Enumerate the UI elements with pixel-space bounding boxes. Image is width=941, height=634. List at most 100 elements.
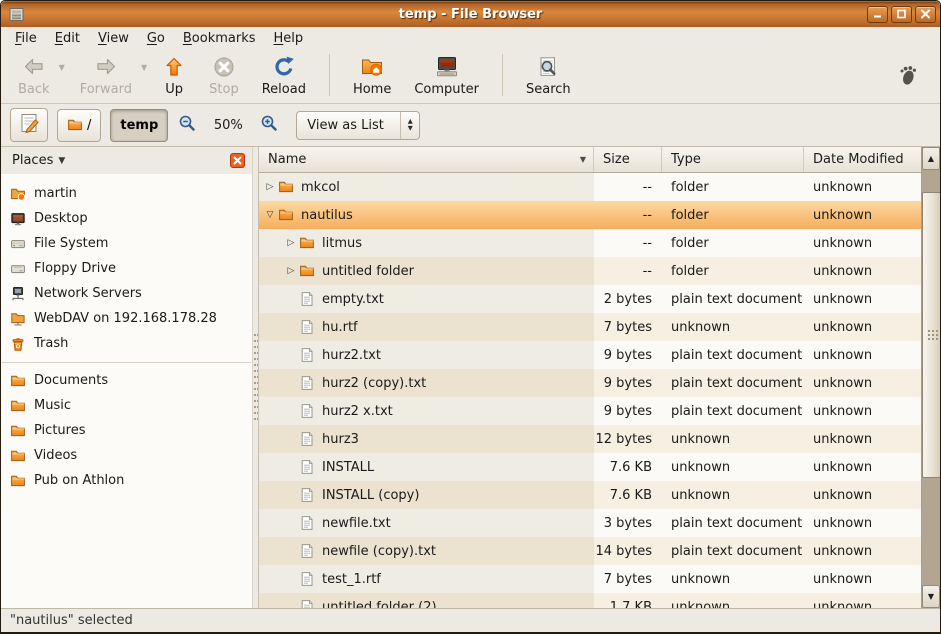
file-date: unknown (804, 397, 921, 425)
search-button[interactable]: Search (517, 52, 580, 99)
file-type: unknown (662, 481, 804, 509)
menu-go[interactable]: Go (138, 29, 174, 48)
forward-dropdown-arrow-icon[interactable]: ▼ (141, 63, 147, 72)
vertical-scrollbar[interactable]: ▲ ▼ (921, 147, 940, 608)
folder-icon (10, 398, 26, 414)
sidebar-item-file-system[interactable]: File System (1, 231, 252, 256)
sidebar-item-network-servers[interactable]: Network Servers (1, 281, 252, 306)
path-bar: / temp (57, 109, 168, 142)
scroll-down-button[interactable]: ▼ (922, 585, 940, 608)
menu-edit[interactable]: Edit (46, 29, 89, 48)
back-icon (22, 55, 46, 79)
sidebar-item-label: Trash (34, 336, 68, 351)
file-date: unknown (804, 369, 921, 397)
column-header-size[interactable]: Size (594, 147, 662, 172)
file-type: unknown (662, 313, 804, 341)
expander-collapsed-icon[interactable]: ▷ (284, 229, 298, 257)
toolbar-separator (502, 54, 503, 96)
sidebar-item-music[interactable]: Music (1, 393, 252, 418)
table-row-install[interactable]: INSTALL7.6 KBunknownunknown (259, 453, 921, 481)
window-controls (867, 6, 936, 23)
sidebar-item-webdav-on-192-168-178-28[interactable]: WebDAV on 192.168.178.28 (1, 306, 252, 331)
table-row-hurz3[interactable]: hurz312 bytesunknownunknown (259, 425, 921, 453)
scrollbar-thumb[interactable] (922, 192, 941, 478)
sidebar-item-pictures[interactable]: Pictures (1, 418, 252, 443)
table-row-hurz2-x-txt[interactable]: hurz2 x.txt9 bytesplain text documentunk… (259, 397, 921, 425)
sidebar-item-floppy-drive[interactable]: Floppy Drive (1, 256, 252, 281)
close-button[interactable] (915, 6, 936, 23)
file-name: hurz2 x.txt (322, 404, 393, 419)
table-row-install-copy[interactable]: INSTALL (copy)7.6 KBunknownunknown (259, 481, 921, 509)
close-sidebar-button[interactable] (230, 153, 245, 168)
expander-collapsed-icon[interactable]: ▷ (263, 173, 277, 201)
sidebar-item-trash[interactable]: Trash (1, 331, 252, 356)
maximize-button[interactable] (891, 6, 912, 23)
menu-bookmarks[interactable]: Bookmarks (174, 29, 265, 48)
table-row-hu-rtf[interactable]: hu.rtf7 bytesunknownunknown (259, 313, 921, 341)
menu-view[interactable]: View (89, 29, 138, 48)
close-icon (230, 153, 245, 168)
forward-button[interactable]: Forward (71, 52, 141, 99)
view-mode-select[interactable]: View as List ▲▼ (296, 111, 420, 140)
file-name: mkcol (301, 180, 340, 195)
column-header-name[interactable]: Name ▼ (259, 147, 594, 172)
stop-button[interactable]: Stop (200, 52, 248, 99)
table-row-hurz2-txt[interactable]: hurz2.txt9 bytesplain text documentunkno… (259, 341, 921, 369)
file-date: unknown (804, 201, 921, 229)
sidebar-item-pub-on-athlon[interactable]: Pub on Athlon (1, 468, 252, 493)
titlebar[interactable]: temp - File Browser (1, 1, 940, 27)
path-button-temp[interactable]: temp (110, 109, 168, 142)
reload-icon (272, 55, 296, 79)
file-type: unknown (662, 425, 804, 453)
document-icon (298, 487, 322, 503)
back-dropdown-arrow-icon[interactable]: ▼ (59, 63, 65, 72)
edit-location-button[interactable] (10, 108, 48, 142)
document-icon (298, 291, 322, 307)
places-selector[interactable]: Places (12, 153, 53, 168)
floppy-icon (10, 261, 26, 277)
table-row-untitled-folder[interactable]: ▷untitled folder--folderunknown (259, 257, 921, 285)
back-button[interactable]: Back (9, 52, 59, 99)
file-type: unknown (662, 453, 804, 481)
scroll-up-button[interactable]: ▲ (922, 147, 940, 170)
zoom-in-button[interactable] (259, 115, 279, 135)
document-icon (298, 347, 322, 363)
search-icon (536, 55, 560, 79)
expander-collapsed-icon[interactable]: ▷ (284, 257, 298, 285)
column-header-type[interactable]: Type (662, 147, 804, 172)
table-row-newfile-copy-txt[interactable]: newfile (copy).txt14 bytesplain text doc… (259, 537, 921, 565)
column-header-date-modified[interactable]: Date Modified (804, 147, 921, 172)
close-window-icon (920, 9, 931, 19)
table-row-hurz2-copy-txt[interactable]: hurz2 (copy).txt9 bytesplain text docume… (259, 369, 921, 397)
file-type: folder (662, 257, 804, 285)
file-type: plain text document (662, 397, 804, 425)
path-button-[interactable]: / (57, 109, 101, 142)
table-row-litmus[interactable]: ▷litmus--folderunknown (259, 229, 921, 257)
reload-button[interactable]: Reload (253, 52, 315, 99)
sidebar-item-martin[interactable]: martin (1, 181, 252, 206)
file-date: unknown (804, 537, 921, 565)
menu-help[interactable]: Help (265, 29, 313, 48)
maximize-icon (896, 9, 907, 19)
minimize-button[interactable] (867, 6, 888, 23)
expander-expanded-icon[interactable]: ▽ (263, 201, 277, 229)
table-row-mkcol[interactable]: ▷mkcol--folderunknown (259, 173, 921, 201)
file-name: INSTALL (322, 460, 374, 475)
table-row-nautilus[interactable]: ▽nautilus--folderunknown (259, 201, 921, 229)
computer-button[interactable]: Computer (405, 52, 488, 99)
sidebar-item-documents[interactable]: Documents (1, 368, 252, 393)
zoom-out-button[interactable] (177, 115, 197, 135)
file-name: nautilus (301, 208, 353, 223)
sidebar-item-desktop[interactable]: Desktop (1, 206, 252, 231)
file-size: 12 bytes (594, 425, 662, 453)
table-row-test-1-rtf[interactable]: test_1.rtf7 bytesunknownunknown (259, 565, 921, 593)
file-name: hurz3 (322, 432, 359, 447)
sort-indicator-icon: ▼ (580, 155, 586, 164)
table-row-newfile-txt[interactable]: newfile.txt3 bytesplain text documentunk… (259, 509, 921, 537)
up-button[interactable]: Up (153, 52, 195, 99)
table-row-empty-txt[interactable]: empty.txt2 bytesplain text documentunkno… (259, 285, 921, 313)
menu-file[interactable]: File (6, 29, 46, 48)
sidebar-item-videos[interactable]: Videos (1, 443, 252, 468)
home-button[interactable]: Home (344, 52, 400, 99)
table-row-untitled-folder-2[interactable]: untitled folder (2)1.7 KBunknownunknown (259, 593, 921, 608)
